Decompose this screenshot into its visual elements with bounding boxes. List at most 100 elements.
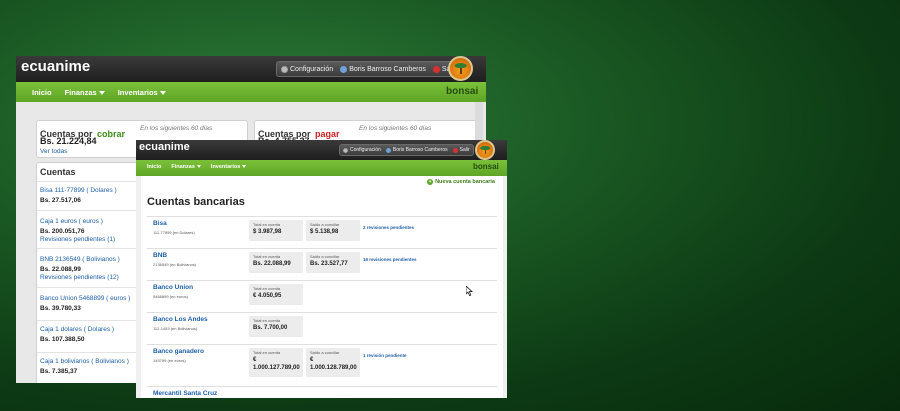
account-item[interactable]: Caja 1 bolivianos ( Bolivianos ) Bs. 7.3… [40, 358, 129, 375]
saldo-value: Bs. 23.527,77 [310, 261, 348, 267]
front-app-window: ecuanime Configuración Boris Barroso Cam… [136, 140, 507, 398]
total-currency: € [253, 357, 257, 363]
cobrar-title-word: cobrar [96, 129, 125, 139]
saldo-value: € 1.000.128.789,00 [310, 357, 357, 373]
user-link[interactable]: Boris Barroso Camberos [340, 65, 426, 73]
account-amount: Bs. 200.051,76 [40, 228, 85, 235]
bank-name-link[interactable]: Mercantil Santa Cruz [153, 390, 217, 397]
nav-finanzas-label: Finanzas [64, 88, 97, 97]
account-item[interactable]: BNB 2136549 ( Bolivianos ) Bs. 22.088,99… [40, 256, 120, 281]
bonsai-label: bonsai [446, 86, 479, 97]
pending-reviews-link[interactable]: Revisiones pendientes (1) [40, 236, 115, 243]
saldo-currency: € [310, 357, 314, 363]
bonsai-label: bonsai [473, 162, 499, 171]
total-label: Total en cuenta [253, 254, 281, 259]
bank-number: 112-1453 (en Bolivianos) [153, 326, 198, 331]
total-label: Total en cuenta [253, 350, 281, 355]
saldo-amount: 1.000.128.789,00 [310, 364, 357, 371]
account-item[interactable]: Caja 1 euros ( euros ) Bs. 200.051,76 Re… [40, 218, 115, 243]
account-item[interactable]: Banco Union 5468899 ( euros ) Bs. 39.780… [40, 295, 130, 312]
chevron-down-icon [242, 165, 247, 169]
plus-icon: + [427, 179, 434, 185]
account-name[interactable]: Banco Union 5468899 ( euros ) [40, 295, 130, 302]
saldo-box: Saldo a conciliar $ 5.138,98 [306, 220, 360, 241]
app-brand[interactable]: ecuanime [139, 141, 190, 153]
bank-name-link[interactable]: Banco Union [153, 284, 193, 291]
user-icon [340, 65, 348, 73]
pending-reviews-link[interactable]: 1 revisión pendiente [363, 353, 407, 358]
saldo-box: Saldo a conciliar Bs. 23.527,77 [306, 252, 360, 273]
nav-finanzas[interactable]: Finanzas [65, 88, 105, 97]
bank-row: Banco ganadero 145799 (en euros) Total e… [147, 344, 497, 386]
chevron-down-icon [159, 91, 166, 96]
nav-inventarios[interactable]: Inventarios [118, 88, 166, 97]
chevron-down-icon [196, 165, 201, 169]
bank-name-link[interactable]: Banco ganadero [153, 348, 204, 355]
nav-inventarios-label: Inventarios [210, 164, 241, 170]
bank-name-link[interactable]: Bisa [153, 220, 167, 227]
gear-icon [281, 65, 288, 73]
account-amount: Bs. 7.385,37 [40, 368, 78, 375]
nav-finanzas-label: Finanzas [171, 164, 195, 170]
bank-number: 111-77899 (en Dolares) [153, 230, 195, 235]
pagar-period: En los siguientes 60 días [359, 125, 432, 132]
bank-name-link[interactable]: BNB [153, 252, 167, 259]
account-item[interactable]: Caja 1 dolares ( Dolares ) Bs. 107.388,5… [40, 326, 114, 343]
user-icon [385, 147, 391, 153]
ver-todas-link[interactable]: Ver todas [40, 148, 67, 155]
account-name[interactable]: Caja 1 dolares ( Dolares ) [40, 326, 114, 333]
saldo-box: Saldo a conciliar € 1.000.128.789,00 [306, 348, 360, 377]
account-name[interactable]: Caja 1 euros ( euros ) [40, 218, 115, 225]
account-amount: Bs. 27.517,06 [40, 197, 81, 204]
cobrar-period: En los siguientes 60 días [140, 125, 213, 132]
account-amount: Bs. 39.780,33 [40, 305, 81, 312]
bank-number: 145799 (en euros) [153, 358, 186, 363]
power-icon [452, 147, 458, 153]
bank-number: 5468899 (en euros) [153, 294, 188, 299]
accounts-title: Cuentas [40, 167, 76, 177]
mouse-cursor-icon [466, 286, 473, 296]
config-link[interactable]: Configuración [343, 147, 381, 153]
account-item[interactable]: Bisa 111-77899 ( Dolares ) Bs. 27.517,06 [40, 187, 117, 204]
total-value: Bs. 7.700,00 [253, 325, 288, 331]
nav-inicio[interactable]: Inicio [32, 88, 52, 97]
config-label: Configuración [290, 65, 334, 73]
config-link[interactable]: Configuración [281, 65, 334, 73]
account-name[interactable]: Bisa 111-77899 ( Dolares ) [40, 187, 117, 194]
total-box: Total en cuenta $ 3.987,98 [249, 220, 303, 241]
total-value: Bs. 22.088,99 [253, 261, 291, 267]
nav-inventarios-label: Inventarios [117, 88, 158, 97]
pending-reviews-link[interactable]: 16 revisiones pendientes [363, 257, 417, 262]
power-icon [432, 65, 440, 73]
new-bank-account-label: Nueva cuenta bancaria [435, 179, 495, 185]
total-value: $ 3.987,98 [253, 229, 282, 235]
chevron-down-icon [98, 91, 105, 96]
account-name[interactable]: BNB 2136549 ( Bolivianos ) [40, 256, 120, 263]
user-menu: Configuración Boris Barroso Camberos Sal… [276, 61, 461, 77]
nav-inicio[interactable]: Inicio [147, 164, 161, 170]
total-label: Total en cuenta [253, 222, 281, 227]
total-box: Total en cuenta € 4.050,95 [249, 284, 303, 305]
pending-reviews-link[interactable]: Revisiones pendientes (12) [40, 274, 120, 281]
user-menu: Configuración Boris Barroso Camberos Sal… [339, 144, 474, 156]
gear-icon [343, 147, 348, 153]
bank-row: Mercantil Santa Cruz [147, 386, 497, 398]
bank-row: BNB 2136549 (en Bolivianos) Total en cue… [147, 248, 497, 280]
pagar-title-word: pagar [314, 129, 340, 139]
top-bar: ecuanime Configuración Boris Barroso Cam… [16, 56, 486, 82]
nav-inventarios[interactable]: Inventarios [210, 164, 247, 170]
pending-reviews-link[interactable]: 2 revisiones pendientes [363, 225, 414, 230]
page-title: Cuentas bancarias [147, 196, 245, 208]
bank-number: 2136549 (en Bolivianos) [153, 262, 197, 267]
account-name[interactable]: Caja 1 bolivianos ( Bolivianos ) [40, 358, 129, 365]
app-brand[interactable]: ecuanime [21, 58, 90, 75]
total-box: Total en cuenta Bs. 22.088,99 [249, 252, 303, 273]
bonsai-logo [448, 56, 473, 81]
saldo-value: $ 5.138,98 [310, 229, 339, 235]
account-amount: Bs. 22.088,99 [40, 266, 81, 273]
user-link[interactable]: Boris Barroso Camberos [385, 147, 448, 153]
nav-finanzas[interactable]: Finanzas [171, 164, 201, 170]
bank-name-link[interactable]: Banco Los Andes [153, 316, 208, 323]
logout-link[interactable]: Salir [452, 147, 470, 153]
new-bank-account-button[interactable]: + Nueva cuenta bancaria [427, 179, 495, 185]
